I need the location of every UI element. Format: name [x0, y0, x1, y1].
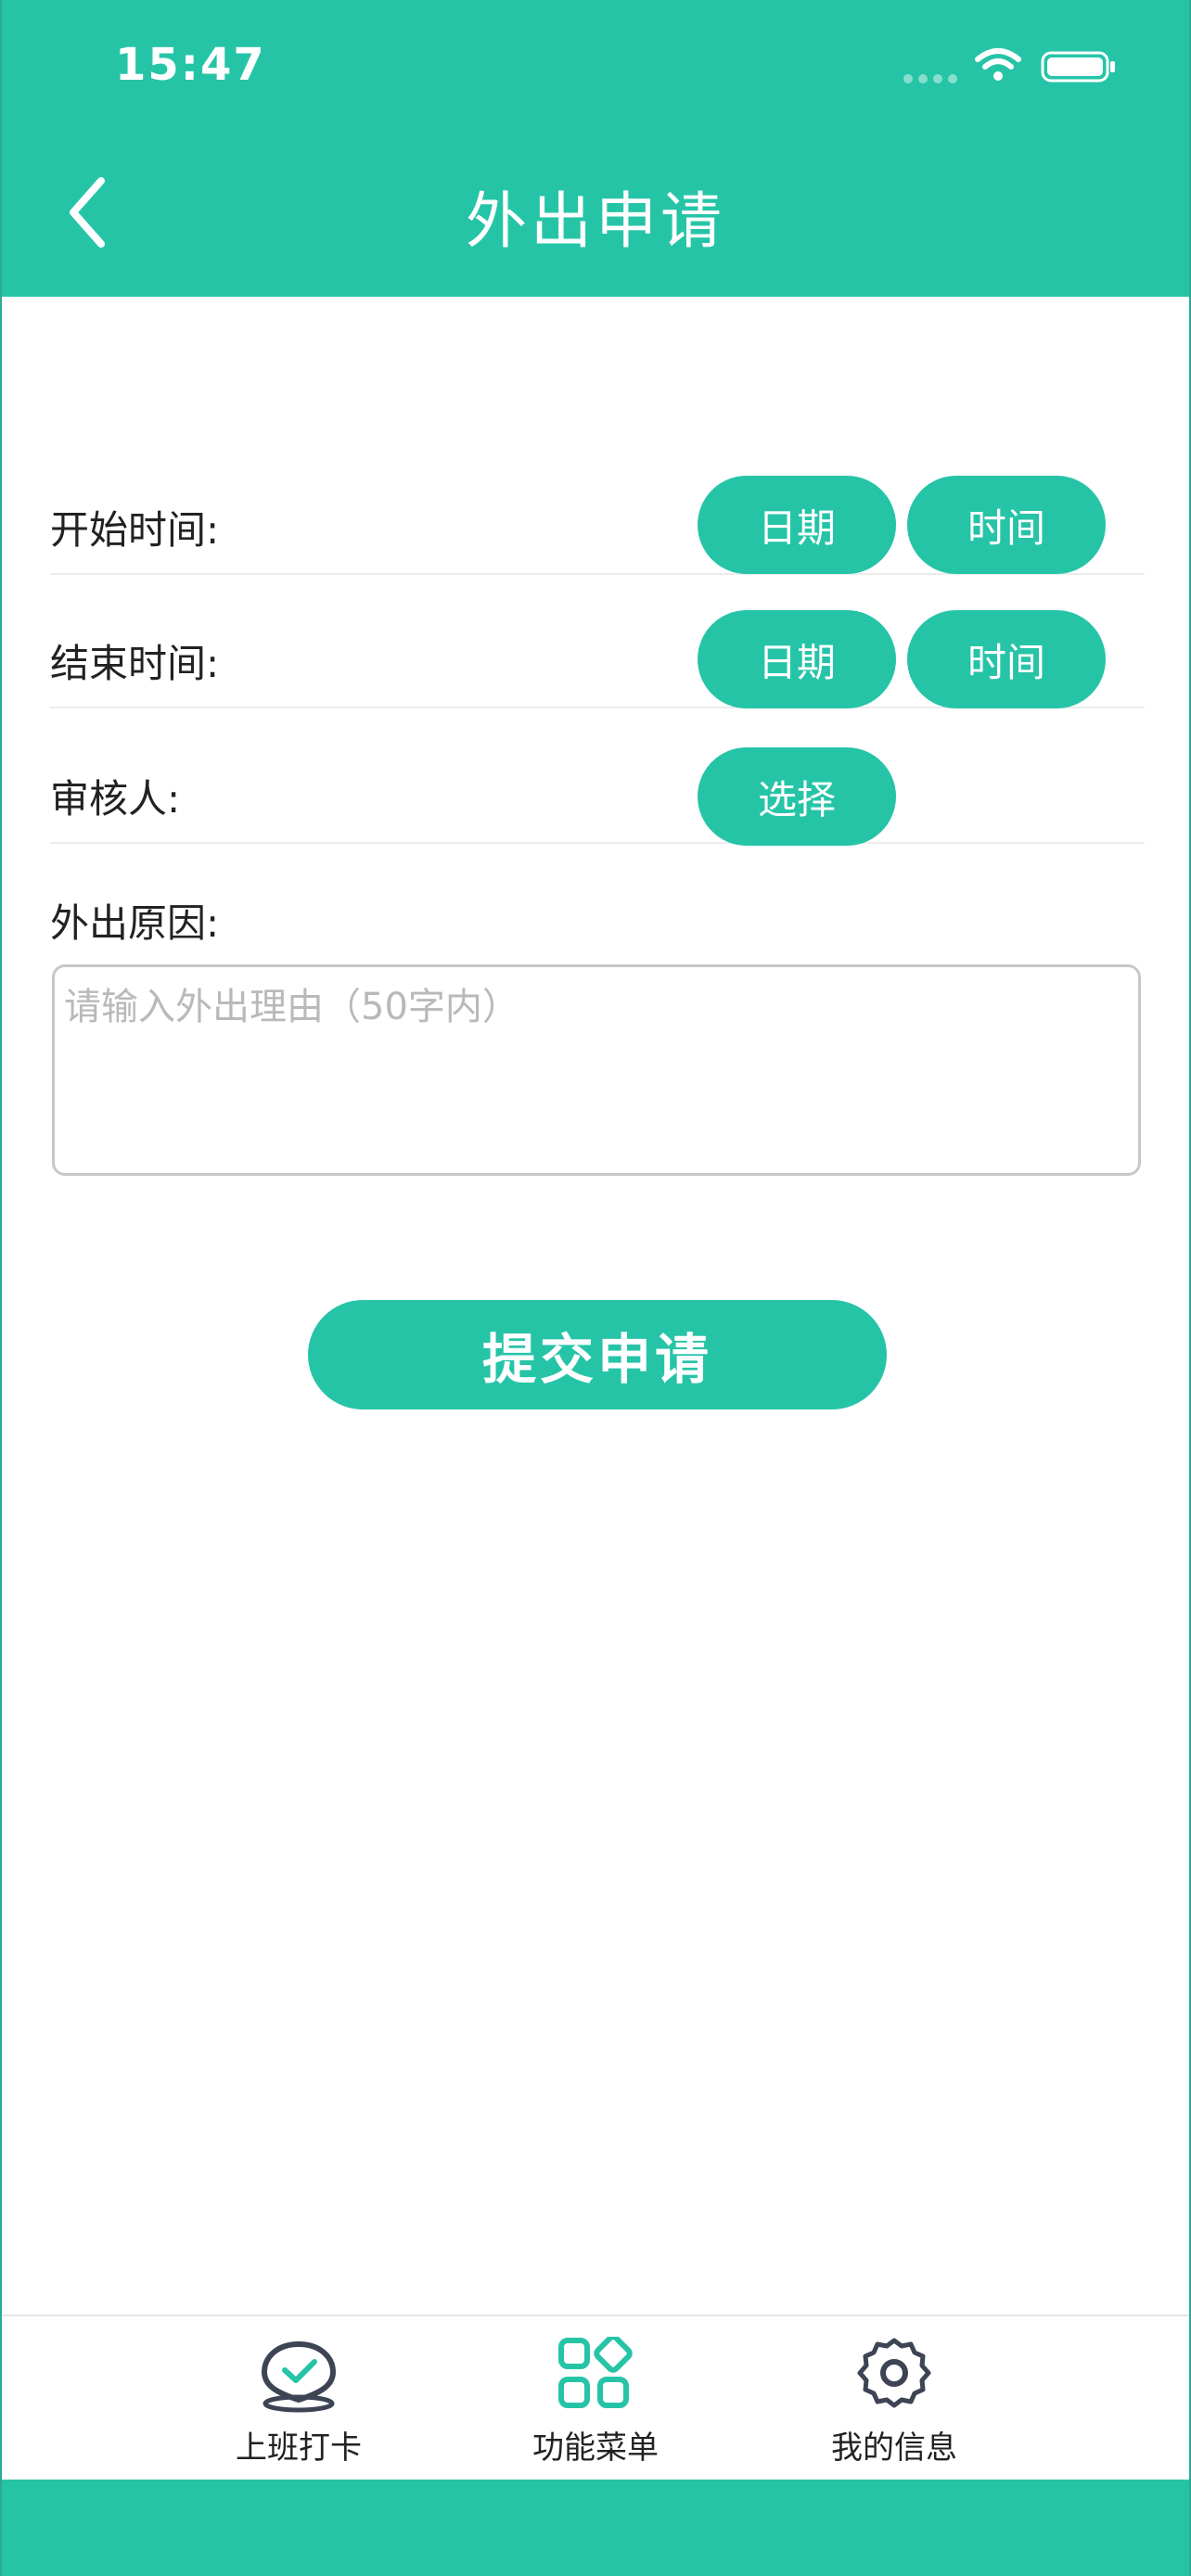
start-date-button[interactable]: 日期 — [698, 476, 896, 574]
end-date-button[interactable]: 日期 — [698, 610, 896, 708]
page-title: 外出申请 — [466, 185, 725, 257]
gear-icon — [857, 2338, 931, 2408]
check-in-pin-icon — [262, 2341, 336, 2413]
reviewer-label: 审核人: — [50, 776, 181, 822]
out-application-screen: 15:47 外出申请 开始时间: 日期 时间 结束时间: 日期 时间 审核人: … — [0, 0, 1191, 2576]
app-grid-icon — [558, 2337, 633, 2408]
start-time-label: 开始时间: — [50, 507, 220, 553]
tab-my-info-label: 我的信息 — [831, 2429, 957, 2467]
tab-my-info[interactable]: 我的信息 — [801, 2337, 987, 2476]
tab-check-in-label: 上班打卡 — [236, 2429, 362, 2467]
end-time-label: 结束时间: — [50, 641, 220, 686]
end-time-button[interactable]: 时间 — [907, 610, 1106, 708]
reason-textarea[interactable] — [52, 964, 1141, 1176]
reason-label: 外出原因: — [50, 900, 220, 946]
reviewer-row: 审核人: 选择 — [50, 714, 1145, 846]
submit-application-button[interactable]: 提交申请 — [308, 1300, 887, 1409]
start-time-row: 开始时间: 日期 时间 — [50, 445, 1145, 575]
app-header: 15:47 外出申请 — [2, 0, 1189, 297]
tab-function-menu[interactable]: 功能菜单 — [503, 2337, 688, 2476]
status-time: 15:47 — [115, 39, 266, 91]
start-time-button[interactable]: 时间 — [907, 476, 1106, 574]
tab-check-in[interactable]: 上班打卡 — [206, 2337, 391, 2476]
cellular-signal-icon — [903, 74, 957, 83]
battery-icon — [1041, 51, 1115, 83]
bottom-accent-bar — [2, 2480, 1189, 2576]
bottom-tabbar: 上班打卡 功能菜单 我的信息 — [2, 2315, 1189, 2480]
tab-function-menu-label: 功能菜单 — [532, 2429, 659, 2467]
end-time-row: 结束时间: 日期 时间 — [50, 579, 1145, 708]
wifi-icon — [975, 48, 1021, 81]
select-reviewer-button[interactable]: 选择 — [698, 747, 896, 846]
